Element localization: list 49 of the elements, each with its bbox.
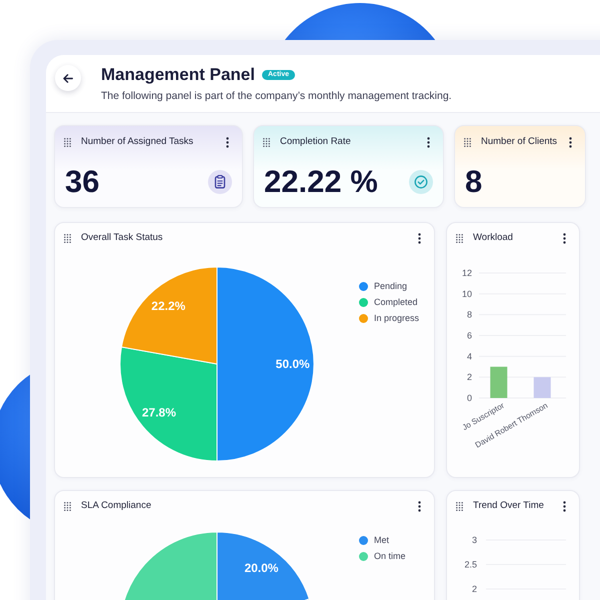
legend-label: Pending (374, 280, 408, 292)
card-title: SLA Compliance (81, 500, 152, 512)
card-title: Workload (473, 232, 513, 244)
more-options-icon[interactable] (427, 136, 430, 148)
drag-handle-icon[interactable] (456, 234, 463, 242)
legend-label: In progress (374, 312, 420, 324)
drag-handle-icon[interactable] (64, 138, 71, 146)
card-title: Number of Assigned Tasks (81, 136, 194, 148)
more-options-icon[interactable] (418, 500, 421, 512)
stat-value: 22.22 % (264, 166, 378, 198)
axis-tick-label: 8 (466, 310, 472, 320)
more-options-icon[interactable] (569, 136, 572, 148)
page-title: Management Panel (101, 65, 255, 85)
legend-label: Met (374, 534, 390, 546)
slice-label: 20.0% (244, 560, 278, 575)
drag-handle-icon[interactable] (263, 138, 270, 146)
page-subtitle: The following panel is part of the company’s monthly management tracking. (101, 89, 452, 103)
axis-tick-label: 0 (466, 393, 472, 403)
drag-handle-icon[interactable] (464, 138, 471, 146)
check-circle-icon (409, 170, 433, 194)
back-button[interactable] (55, 65, 81, 91)
slice-label: 22.2% (151, 299, 186, 313)
card-title: Number of Clients (481, 136, 558, 148)
legend-label: On time (374, 550, 406, 562)
slice-label: 50.0% (276, 357, 310, 371)
drag-handle-icon[interactable] (64, 234, 71, 242)
axis-tick-label: 2 (472, 584, 477, 594)
axis-tick-label: 10 (462, 288, 472, 299)
axis-tick-label: 12 (462, 268, 472, 278)
axis-tick-label: 2.5 (464, 560, 477, 570)
more-options-icon[interactable] (226, 136, 229, 148)
axis-tick-label: 3 (472, 535, 477, 545)
card-title: Overall Task Status (81, 232, 163, 244)
arrow-left-icon (63, 74, 73, 82)
axis-tick-label: 4 (466, 351, 472, 362)
axis-tick-label: 2 (466, 372, 472, 382)
drag-handle-icon[interactable] (64, 502, 71, 510)
card-title: Completion Rate (280, 136, 351, 148)
more-options-icon[interactable] (418, 232, 421, 244)
slice-label: 27.8% (142, 406, 176, 420)
card-title: Trend Over Time (473, 500, 544, 512)
legend-label: Completed (374, 296, 418, 308)
stat-value: 36 (65, 166, 100, 198)
more-options-icon[interactable] (563, 232, 566, 244)
clipboard-icon (208, 170, 232, 194)
axis-tick-label: 6 (466, 330, 472, 340)
stat-value: 8 (465, 166, 482, 198)
drag-handle-icon[interactable] (456, 502, 463, 510)
more-options-icon[interactable] (563, 500, 566, 512)
